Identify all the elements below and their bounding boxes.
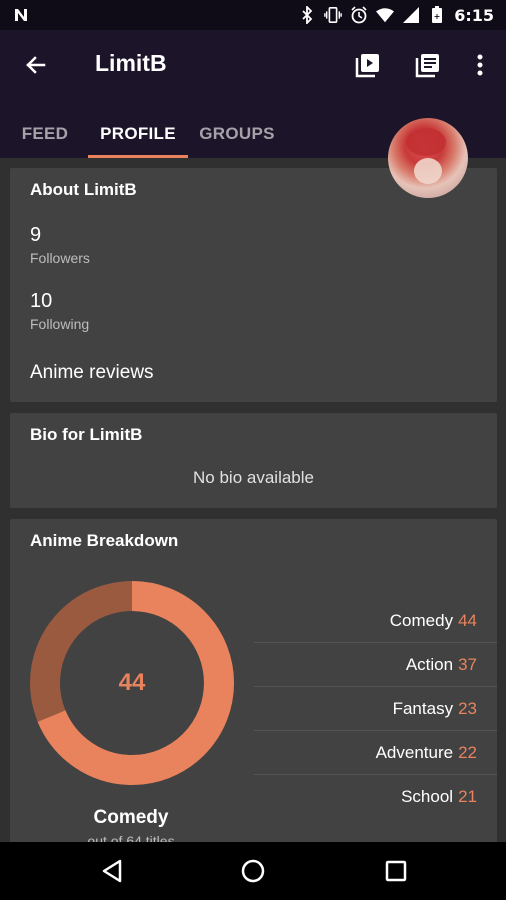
signal-icon [402,6,420,24]
page-title: LimitB [95,50,167,76]
arrow-back-icon [26,56,46,74]
battery-icon: + [428,6,446,24]
tab-feed[interactable]: FEED [10,110,80,158]
donut-center-value: 44 [118,669,146,696]
anime-reviews-link[interactable]: Anime reviews [30,362,154,384]
more-options-button[interactable] [462,47,498,83]
svg-text:+: + [434,12,441,21]
legend-item-comedy[interactable]: Comedy 44 [254,599,497,643]
notification-icon [12,6,30,24]
tab-groups[interactable]: GROUPS [196,110,278,158]
genre-legend: Comedy 44 Action 37 Fantasy 23 Adventure 22 … [254,599,497,819]
breakdown-title: Anime Breakdown [30,531,179,550]
video-library-icon [355,54,379,78]
video-library-button[interactable] [350,47,386,83]
nav-recents-button[interactable] [376,851,416,891]
wifi-icon [376,6,395,24]
tab-indicator [88,155,188,158]
legend-item-school[interactable]: School 21 [254,775,497,819]
back-button[interactable] [18,47,54,83]
system-nav-bar [0,842,506,900]
following-count[interactable]: 10 [30,290,52,313]
nav-back-button[interactable] [92,851,132,891]
nav-home-icon [241,859,265,883]
following-label[interactable]: Following [30,316,89,332]
avatar[interactable] [388,118,468,198]
bio-text: No bio available [193,468,314,487]
legend-item-fantasy[interactable]: Fantasy 23 [254,687,497,731]
vibrate-icon [324,6,343,24]
anime-breakdown-card: Anime Breakdown 44 Comedy out of 64 titl… [10,519,497,849]
nav-recents-icon [385,860,407,882]
legend-item-action[interactable]: Action 37 [254,643,497,687]
more-vert-icon [477,54,483,76]
status-bar: + 6:15 [0,0,506,30]
nav-back-icon [102,859,122,883]
selected-genre-name: Comedy [93,807,169,828]
bio-title: Bio for LimitB [30,425,143,444]
status-time: 6:15 [454,5,494,25]
legend-item-adventure[interactable]: Adventure 22 [254,731,497,775]
tab-profile[interactable]: PROFILE [88,110,188,158]
followers-label[interactable]: Followers [30,250,90,266]
nav-home-button[interactable] [233,851,273,891]
about-card: About LimitB 9 Followers 10 Following An… [10,168,497,402]
alarm-icon [350,6,368,24]
bio-card: Bio for LimitB No bio available [10,413,497,508]
bluetooth-icon [298,6,316,24]
library-books-button[interactable] [410,47,446,83]
followers-count[interactable]: 9 [30,224,41,247]
about-title: About LimitB [30,180,137,199]
library-books-icon [415,54,439,78]
